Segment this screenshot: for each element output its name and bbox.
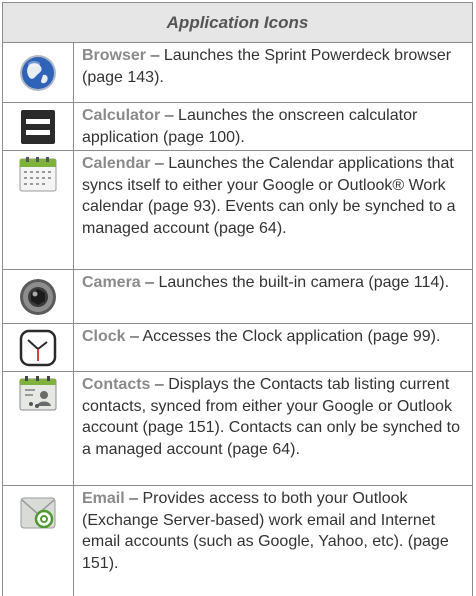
row-description: – Provides access to both your Outlook (… bbox=[82, 490, 449, 572]
row-name: Contacts bbox=[82, 376, 151, 393]
table-row-contacts: Contacts – Displays the Contacts tab lis… bbox=[3, 372, 472, 486]
row-name: Browser bbox=[82, 47, 147, 64]
calendar-icon bbox=[19, 157, 57, 193]
table-row-camera: Camera – Launches the built-in camera (p… bbox=[3, 270, 472, 324]
contacts-icon bbox=[19, 376, 57, 412]
row-name: Calculator bbox=[82, 107, 161, 124]
table-row-clock: Clock – Accesses the Clock application (… bbox=[3, 324, 472, 372]
row-description: – Accesses the Clock application (page 9… bbox=[125, 328, 441, 345]
table-row-browser: Browser – Launches the Sprint Powerdeck … bbox=[3, 43, 472, 103]
camera-icon bbox=[19, 278, 57, 316]
row-name: Camera bbox=[82, 274, 141, 291]
table-row-calculator: Calculator – Launches the onscreen calcu… bbox=[3, 103, 472, 151]
row-description: – Launches the built-in camera (page 114… bbox=[140, 274, 450, 291]
calculator-icon bbox=[20, 109, 56, 145]
row-name: Email bbox=[82, 490, 125, 507]
clock-icon bbox=[19, 329, 57, 367]
row-name: Clock bbox=[82, 328, 126, 345]
table-row-calendar: Calendar – Launches the Calendar applica… bbox=[3, 151, 472, 270]
table-row-email: Email – Provides access to both your Out… bbox=[3, 486, 472, 596]
row-name: Calendar bbox=[82, 155, 151, 172]
browser-globe-icon bbox=[19, 54, 57, 92]
table-header: Application Icons bbox=[3, 3, 472, 43]
application-icons-table: Application Icons Browser – Launches the… bbox=[2, 2, 473, 596]
email-icon bbox=[19, 494, 57, 532]
